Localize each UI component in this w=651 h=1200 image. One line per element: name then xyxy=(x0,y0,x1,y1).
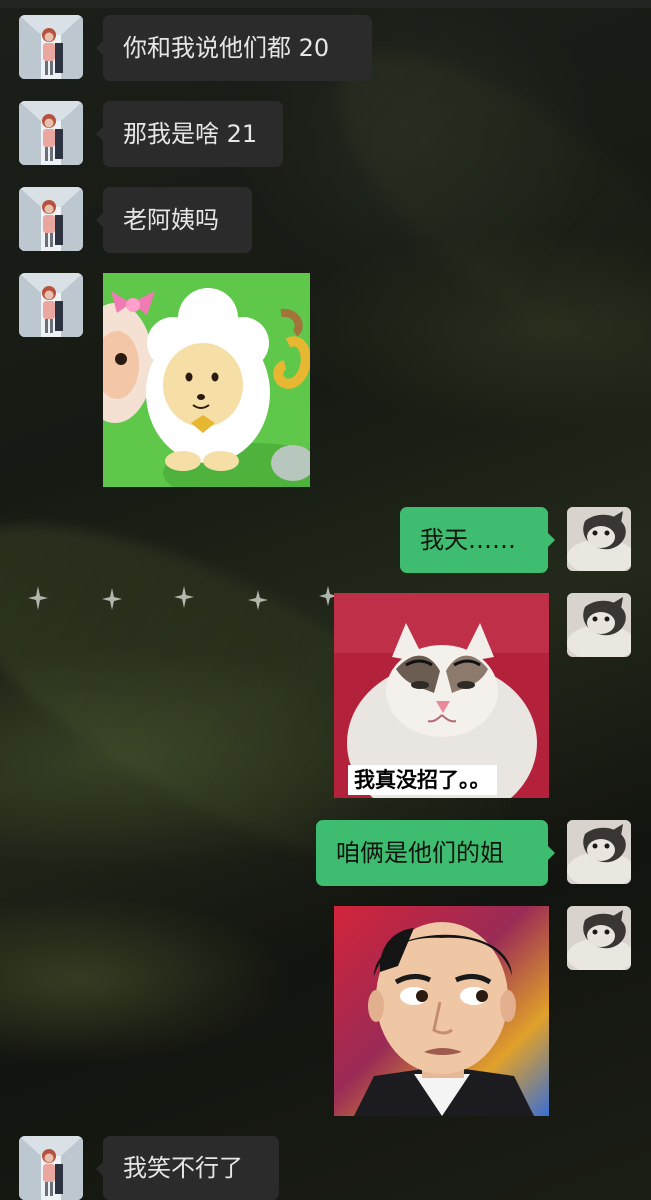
incoming-message-bubble[interactable]: 我笑不行了 xyxy=(96,1136,279,1200)
sheep-cartoon-image xyxy=(103,273,310,487)
avatar[interactable] xyxy=(19,273,83,337)
avatar-cat-lying xyxy=(567,820,631,884)
message-row: 老阿姨吗 xyxy=(0,187,651,253)
message-row: 我真没招了。。 xyxy=(0,593,651,798)
message-row xyxy=(0,906,651,1116)
incoming-message-bubble[interactable]: 你和我说他们都 20 xyxy=(96,15,372,81)
pleasant-goat-sticker[interactable] xyxy=(103,273,310,487)
avatar[interactable] xyxy=(19,187,83,251)
status-strip xyxy=(0,0,651,8)
avatar[interactable] xyxy=(567,820,631,884)
smug-cat-sticker[interactable]: 我真没招了。。 xyxy=(334,593,549,798)
incoming-message-bubble[interactable]: 那我是啥 21 xyxy=(96,101,283,167)
avatar-girl-hallway xyxy=(19,1136,83,1200)
avatar-girl-hallway xyxy=(19,15,83,79)
avatar-girl-hallway xyxy=(19,187,83,251)
sticker-caption: 我真没招了。。 xyxy=(348,765,497,795)
avatar[interactable] xyxy=(19,101,83,165)
message-row: 你和我说他们都 20 xyxy=(0,15,651,81)
incoming-message-bubble[interactable]: 老阿姨吗 xyxy=(96,187,252,253)
avatar-girl-hallway xyxy=(19,273,83,337)
avatar[interactable] xyxy=(19,15,83,79)
message-row: 我天…… xyxy=(0,507,651,573)
avatar[interactable] xyxy=(567,906,631,970)
message-row: 我笑不行了 xyxy=(0,1136,651,1200)
message-row xyxy=(0,273,651,487)
avatar-cat-lying xyxy=(567,593,631,657)
avatar[interactable] xyxy=(19,1136,83,1200)
message-row: 咱俩是他们的姐 xyxy=(0,820,651,886)
avatar-cat-lying xyxy=(567,507,631,571)
avatar-cat-lying xyxy=(567,906,631,970)
avatar-girl-hallway xyxy=(19,101,83,165)
avatar[interactable] xyxy=(567,593,631,657)
man-meme-image xyxy=(334,906,549,1116)
message-row: 那我是啥 21 xyxy=(0,101,651,167)
side-eye-man-sticker[interactable] xyxy=(334,906,549,1116)
outgoing-message-bubble[interactable]: 咱俩是他们的姐 xyxy=(316,820,555,886)
outgoing-message-bubble[interactable]: 我天…… xyxy=(400,507,555,573)
avatar[interactable] xyxy=(567,507,631,571)
